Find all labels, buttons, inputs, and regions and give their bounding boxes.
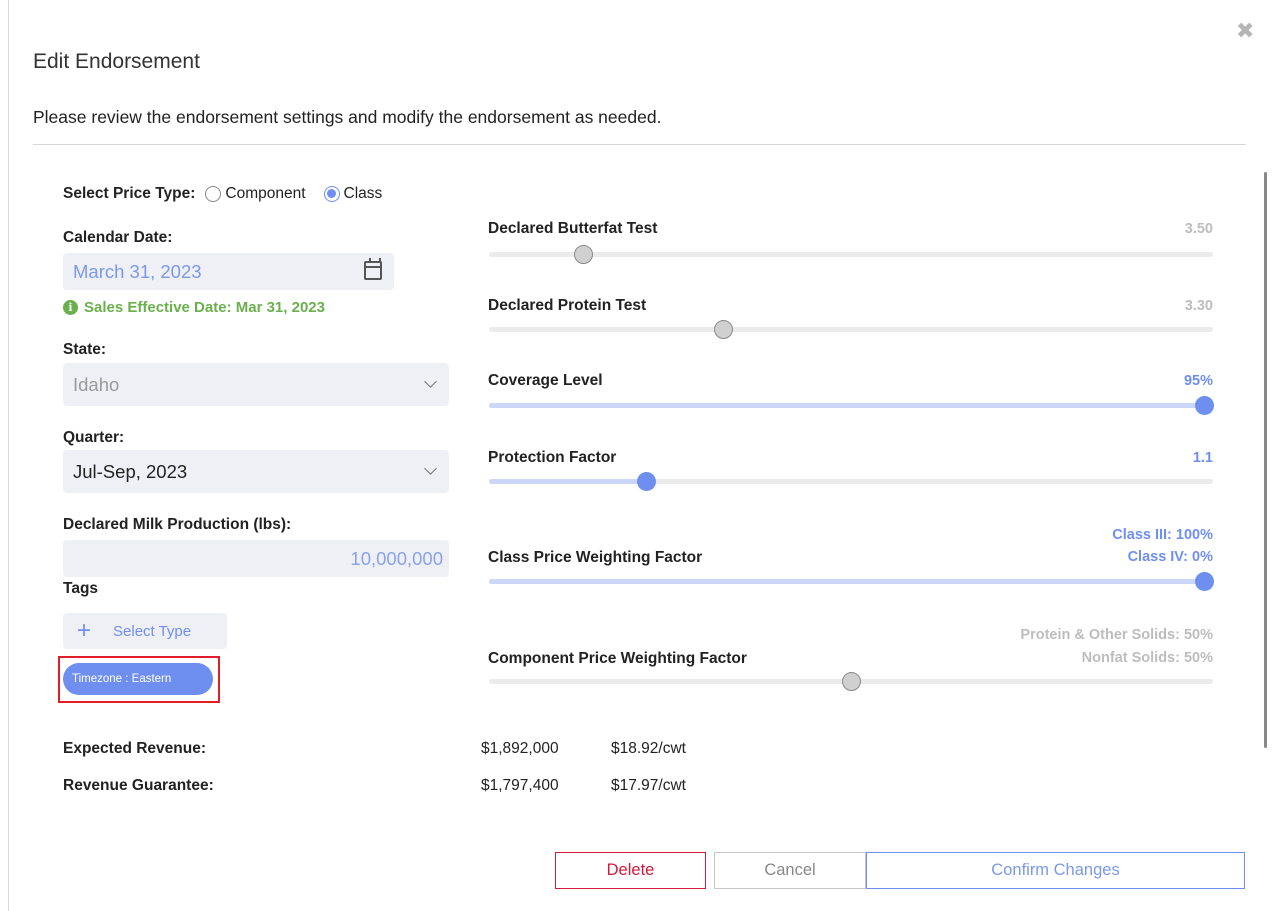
chevron-down-icon (424, 375, 437, 388)
butterfat-value: 3.50 (1184, 221, 1213, 237)
sales-effective-text: Sales Effective Date: Mar 31, 2023 (84, 299, 325, 316)
component-weight-value-1: Protein & Other Solids: 50% (1020, 627, 1213, 643)
component-weight-value-2: Nonfat Solids: 50% (1081, 650, 1213, 666)
protection-value: 1.1 (1192, 450, 1213, 466)
dialog-subtitle: Please review the endorsement settings a… (33, 107, 662, 127)
coverage-label: Coverage Level (488, 372, 603, 389)
add-tag-label: Select Type (113, 622, 192, 640)
calendar-date-input[interactable]: March 31, 2023 (63, 253, 394, 290)
component-weight-slider-handle[interactable] (842, 672, 861, 691)
expected-revenue-label: Expected Revenue: (63, 740, 206, 757)
coverage-slider[interactable] (489, 396, 1214, 415)
state-value: Idaho (73, 373, 120, 395)
plus-icon: + (77, 617, 92, 644)
protein-value: 3.30 (1184, 298, 1213, 314)
butterfat-label: Declared Butterfat Test (488, 220, 658, 237)
protein-label: Declared Protein Test (488, 297, 647, 314)
scrollbar[interactable] (1264, 172, 1267, 748)
radio-class[interactable]: Class (323, 185, 383, 203)
coverage-value: 95% (1183, 373, 1213, 389)
add-tag-button[interactable]: + Select Type (63, 613, 227, 649)
calendar-icon[interactable] (364, 258, 382, 280)
calendar-date-label: Calendar Date: (63, 229, 173, 246)
calendar-date-value: March 31, 2023 (73, 260, 202, 282)
price-type-label: Select Price Type: (63, 185, 196, 202)
protection-label: Protection Factor (488, 449, 617, 466)
revenue-guarantee-total: $1,797,400 (481, 777, 559, 794)
price-type-group: Select Price Type: Component Class (63, 185, 400, 203)
class-weight-value-1: Class III: 100% (1112, 527, 1213, 543)
expected-revenue-cwt: $18.92/cwt (611, 740, 686, 757)
butterfat-slider-handle[interactable] (574, 245, 593, 264)
divider (33, 144, 1246, 145)
revenue-guarantee-cwt: $17.97/cwt (611, 777, 686, 794)
component-weight-label: Component Price Weighting Factor (488, 650, 747, 667)
class-weight-value-2: Class IV: 0% (1127, 549, 1213, 565)
confirm-changes-button[interactable]: Confirm Changes (866, 852, 1245, 889)
protection-slider[interactable] (489, 472, 1213, 491)
radio-component[interactable]: Component (205, 185, 306, 203)
tag-chip[interactable]: Timezone : Eastern (63, 663, 213, 695)
quarter-select[interactable]: Jul-Sep, 2023 (63, 450, 449, 493)
cancel-button[interactable]: Cancel (714, 852, 866, 889)
quarter-label: Quarter: (63, 429, 125, 446)
revenue-guarantee-label: Revenue Guarantee: (63, 777, 214, 794)
state-label: State: (63, 341, 107, 358)
tags-label: Tags (63, 580, 99, 597)
milk-production-input[interactable]: 10,000,000 (63, 540, 449, 577)
class-weight-label: Class Price Weighting Factor (488, 549, 703, 566)
expected-revenue-total: $1,892,000 (481, 740, 559, 757)
milk-production-label: Declared Milk Production (lbs): (63, 516, 292, 533)
class-weight-slider-handle[interactable] (1195, 572, 1214, 591)
info-icon: i (63, 300, 78, 315)
class-weight-slider-fill (489, 579, 1204, 584)
coverage-slider-fill (489, 403, 1204, 408)
component-weight-slider[interactable] (489, 672, 1213, 691)
radio-component-label: Component (225, 185, 306, 202)
radio-class-label: Class (343, 185, 383, 202)
sales-effective-date: i Sales Effective Date: Mar 31, 2023 (63, 299, 325, 316)
chevron-down-icon (424, 462, 437, 475)
quarter-value: Jul-Sep, 2023 (73, 460, 188, 482)
radio-checked-icon[interactable] (323, 186, 340, 202)
protein-slider-handle[interactable] (714, 320, 733, 339)
close-icon[interactable]: ✖ (1236, 20, 1254, 42)
protection-slider-handle[interactable] (637, 472, 656, 491)
butterfat-slider[interactable] (489, 245, 1213, 264)
dialog-title: Edit Endorsement (33, 50, 200, 73)
delete-button[interactable]: Delete (555, 852, 706, 889)
radio-unchecked-icon[interactable] (205, 186, 222, 202)
tag-chip-label: Timezone : Eastern (72, 673, 172, 685)
coverage-slider-handle[interactable] (1195, 396, 1214, 415)
state-select[interactable]: Idaho (63, 363, 449, 406)
class-weight-slider[interactable] (489, 572, 1214, 591)
protection-slider-fill (489, 479, 646, 484)
protein-slider[interactable] (489, 320, 1213, 339)
milk-production-value: 10,000,000 (350, 547, 443, 569)
